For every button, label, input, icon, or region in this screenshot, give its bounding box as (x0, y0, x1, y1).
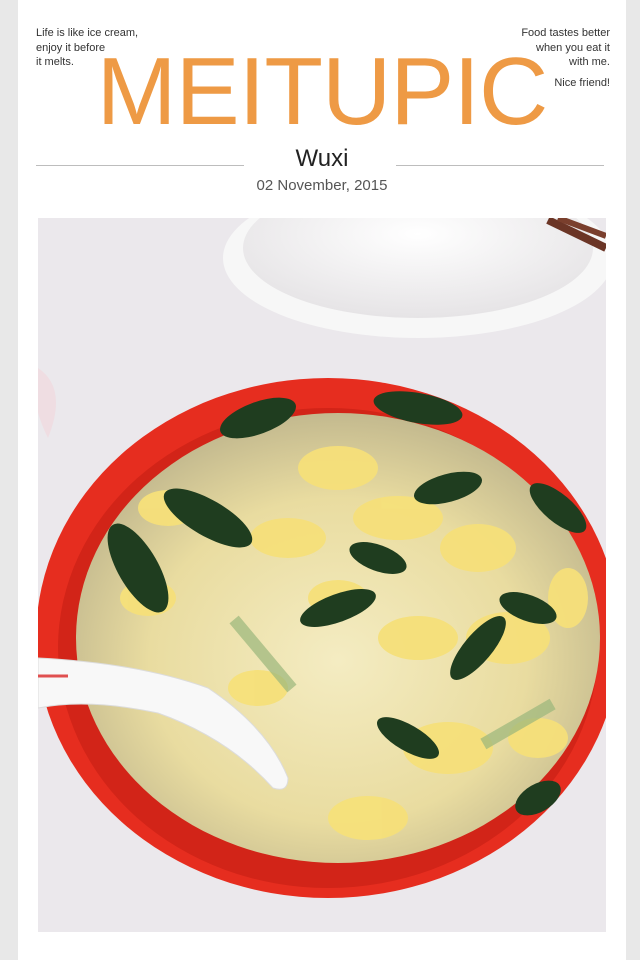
location-label: Wuxi (295, 145, 349, 172)
brand-title: MEITUPIC (18, 42, 626, 142)
soup-bowl-illustration (38, 218, 606, 932)
brand-title-text: MEITUPIC (96, 38, 549, 145)
food-photo (38, 218, 606, 932)
photo-card: Life is like ice cream, enjoy it before … (18, 0, 626, 960)
date-label: 02 November, 2015 (256, 177, 388, 194)
